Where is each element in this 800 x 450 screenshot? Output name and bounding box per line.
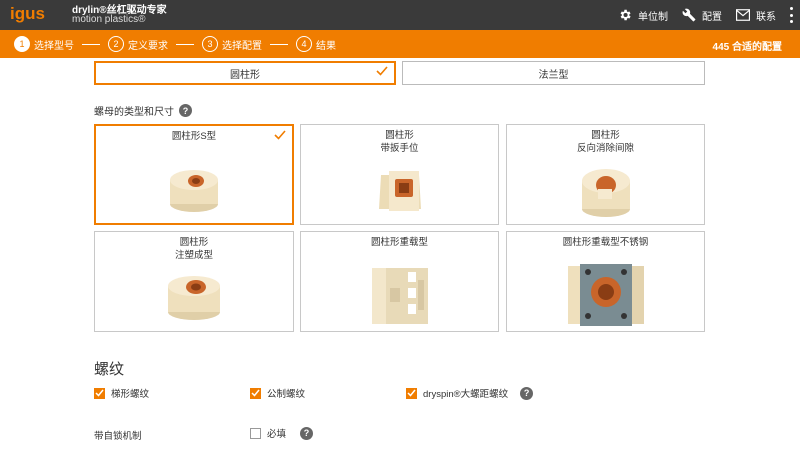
heavy-duty-nut-image [371, 268, 428, 324]
svg-text:igus: igus [10, 4, 45, 23]
step-result[interactable]: 4 结果 [296, 36, 336, 52]
step-label: 选择配置 [222, 40, 262, 52]
step-divider [270, 43, 288, 45]
step-label: 选择型号 [34, 40, 74, 52]
header-actions: 单位制 配置 联系 [604, 0, 794, 30]
nut-type-label: 螺母的类型和尺寸 [94, 107, 174, 118]
card-title: 圆柱形 注塑成型 [95, 236, 293, 262]
step-number: 3 [202, 36, 218, 52]
cylindrical-nut-image [170, 170, 218, 212]
checkbox[interactable] [250, 427, 261, 439]
thread-option-trapezoidal[interactable]: 梯形螺纹 [94, 386, 149, 400]
unit-system-button[interactable]: 单位制 [618, 8, 668, 23]
card-title-line: 圆柱形S型 [171, 131, 217, 142]
shape-cylindrical-button[interactable]: 圆柱形 [94, 61, 396, 85]
card-title-line: 圆柱形 [179, 237, 209, 248]
step-number: 4 [296, 36, 312, 52]
step-list: 1 选择型号 2 定义要求 3 选择配置 4 结果 [14, 30, 336, 58]
checkbox-label: 公制螺纹 [267, 389, 306, 400]
card-title: 圆柱形S型 [96, 130, 292, 143]
thread-option-dryspin[interactable]: dryspin®大螺距螺纹 ? [406, 386, 534, 400]
step-number: 2 [108, 36, 124, 52]
mail-icon [736, 9, 750, 21]
step-label: 定义要求 [128, 40, 168, 52]
injection-molded-nut-image [168, 276, 220, 320]
check-icon [376, 66, 388, 76]
contact-button[interactable]: 联系 [736, 8, 776, 23]
anti-backlash-nut-image [581, 169, 630, 217]
checkbox[interactable] [406, 387, 417, 399]
card-title: 圆柱形重载型 [301, 236, 498, 249]
nut-card-cylindrical-anti-backlash[interactable]: 圆柱形 反向消除间隙 [506, 124, 705, 225]
gear-icon [620, 9, 631, 21]
nut-type-section-label: 螺母的类型和尺寸 ? [94, 103, 192, 118]
wrench-flat-nut-image [378, 171, 421, 211]
checkbox-label: dryspin®大螺距螺纹 [423, 389, 509, 400]
checkbox[interactable] [94, 387, 105, 399]
check-icon [251, 389, 260, 397]
contact-label: 联系 [756, 11, 776, 23]
top-header: igus drylin®丝杠驱动专家 motion plastics® 单位制 … [0, 0, 800, 30]
checkbox-label: 梯形螺纹 [111, 389, 150, 400]
card-title: 圆柱形 带扳手位 [301, 129, 498, 155]
wrench-icon [682, 8, 696, 22]
matching-configurations-count[interactable]: 445 合适的配置 [713, 38, 782, 53]
self-locking-option[interactable]: 必填 ? [250, 426, 314, 440]
shape-option-label: 法兰型 [538, 69, 569, 81]
igus-logo[interactable]: igus [8, 3, 60, 25]
check-icon [274, 130, 286, 140]
nut-card-cylindrical-injection-molded[interactable]: 圆柱形 注塑成型 [94, 231, 294, 332]
step-define-requirements[interactable]: 2 定义要求 [108, 36, 168, 52]
shape-option-label: 圆柱形 [230, 69, 260, 81]
step-select-configuration[interactable]: 3 选择配置 [202, 36, 262, 52]
card-title-line: 反向消除间隙 [576, 143, 634, 154]
more-vertical-icon[interactable] [788, 7, 794, 23]
card-title-line: 圆柱形 [591, 130, 620, 141]
thread-option-metric[interactable]: 公制螺纹 [250, 386, 305, 400]
nut-card-cylindrical-heavy-duty[interactable]: 圆柱形重载型 [300, 231, 499, 332]
help-icon[interactable]: ? [300, 426, 314, 440]
card-title-line: 圆柱形重载型 [370, 237, 428, 248]
shape-flange-button[interactable]: 法兰型 [402, 61, 705, 85]
configuration-button[interactable]: 配置 [682, 8, 722, 23]
nut-card-cylindrical-wrench-flats[interactable]: 圆柱形 带扳手位 [300, 124, 499, 225]
nut-card-cylindrical-heavy-duty-stainless[interactable]: 圆柱形重载型不锈钢 [506, 231, 705, 332]
stainless-heavy-duty-nut-image [567, 264, 644, 326]
help-icon[interactable]: ? [179, 104, 192, 117]
help-icon[interactable]: ? [520, 386, 534, 400]
self-locking-label: 带自锁机制 [94, 431, 142, 442]
checkbox[interactable] [250, 387, 261, 399]
card-title: 圆柱形重载型不锈钢 [507, 236, 704, 249]
step-label: 结果 [316, 40, 336, 52]
card-title-line: 带扳手位 [380, 143, 419, 154]
checkbox-label: 必填 [267, 429, 287, 440]
configuration-label: 配置 [702, 11, 722, 23]
brand-subtitle: motion plastics® [72, 14, 146, 25]
card-title-line: 注塑成型 [174, 250, 213, 261]
nut-card-cylindrical-s[interactable]: 圆柱形S型 [94, 124, 294, 225]
step-select-model[interactable]: 1 选择型号 [14, 36, 74, 52]
card-title-line: 圆柱形 [385, 130, 414, 141]
step-bar: 1 选择型号 2 定义要求 3 选择配置 4 结果 445 合适的配置 [0, 30, 800, 58]
card-title: 圆柱形 反向消除间隙 [507, 129, 704, 155]
unit-system-label: 单位制 [638, 11, 668, 23]
check-icon [95, 389, 104, 397]
thread-heading: 螺纹 [94, 361, 125, 378]
step-divider [176, 43, 194, 45]
step-divider [82, 43, 100, 45]
check-icon [407, 389, 416, 397]
step-number: 1 [14, 36, 30, 52]
card-title-line: 圆柱形重载型不锈钢 [562, 237, 649, 248]
